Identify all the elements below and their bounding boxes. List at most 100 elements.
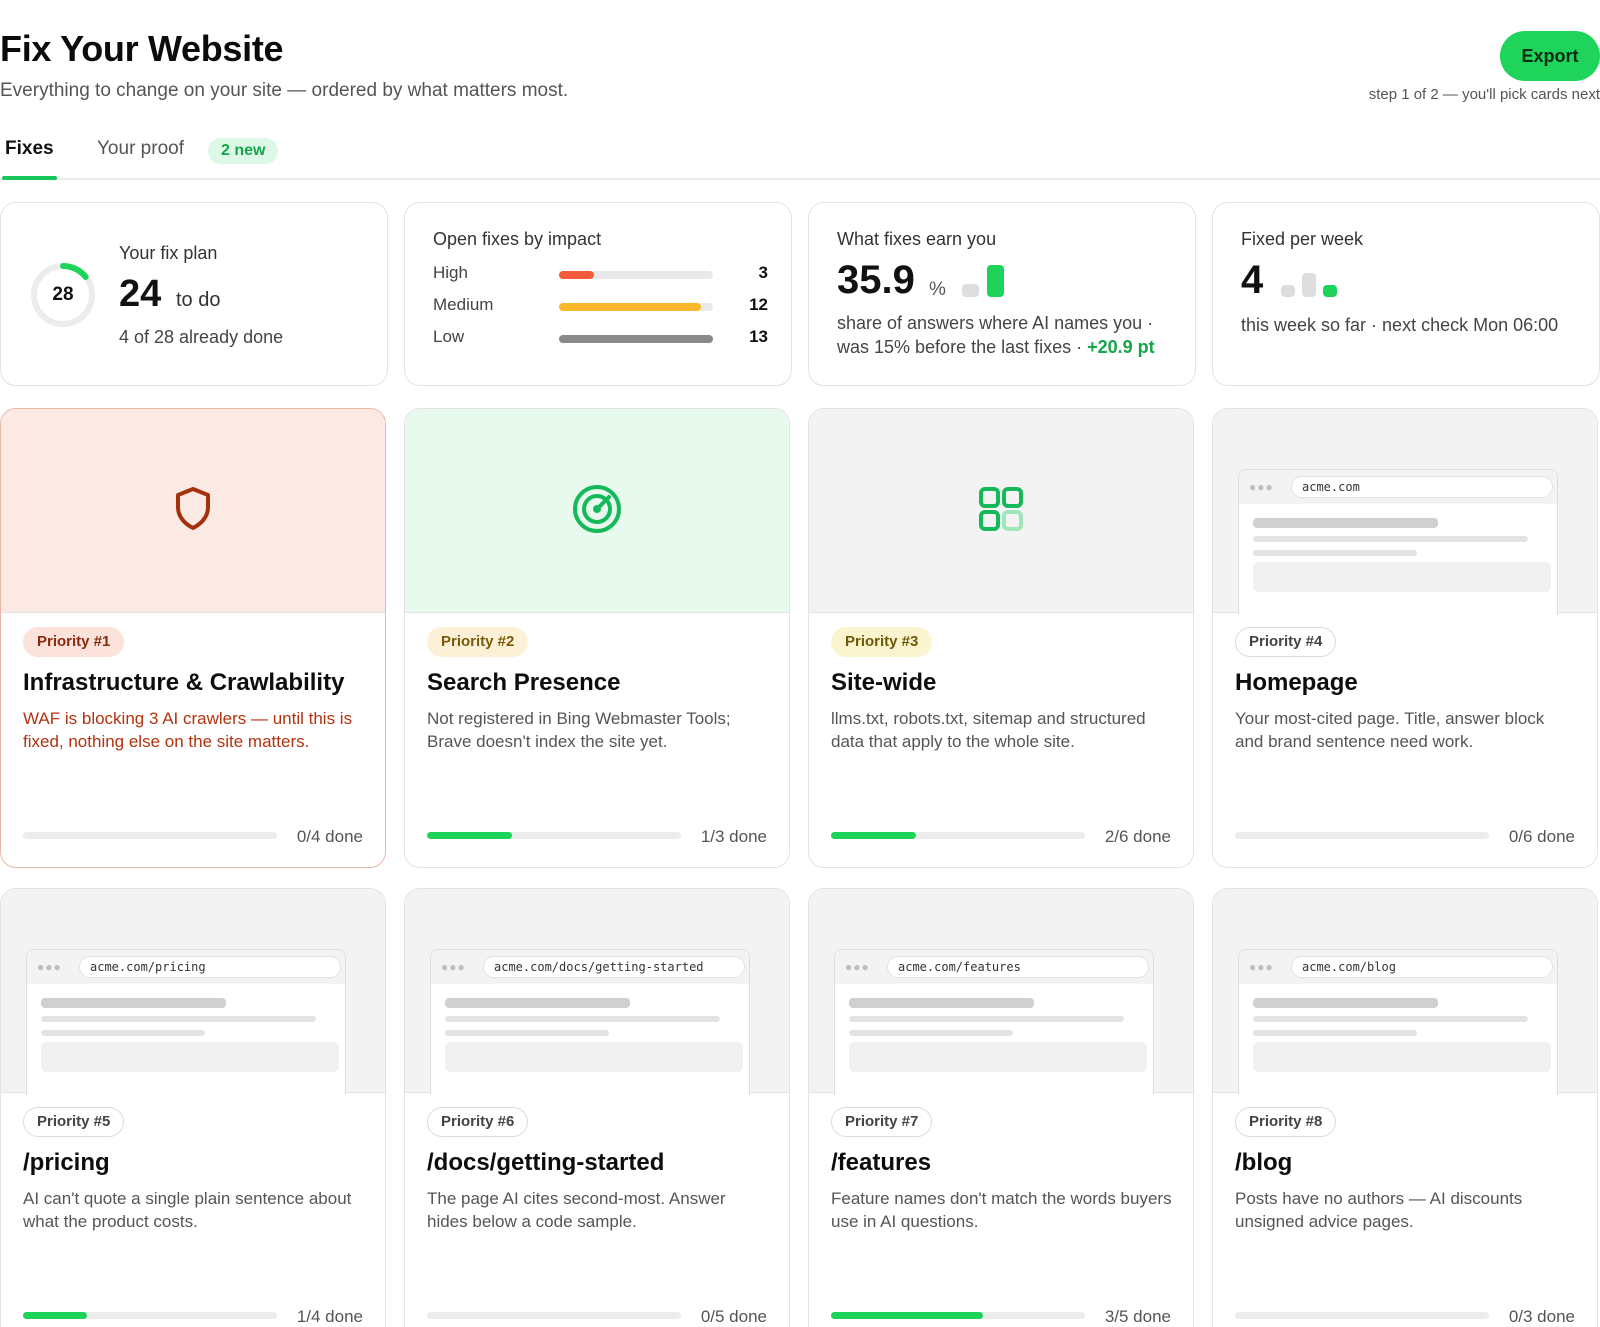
- earnings-label: What fixes earn you: [837, 229, 997, 249]
- impact-bar-track: [559, 303, 713, 311]
- card-hero: ●●● acme.com/features: [809, 889, 1193, 1095]
- page-title: Fix Your Website: [0, 28, 284, 69]
- window-dots-icon: ●●●: [37, 960, 62, 974]
- progress-label: 0/5 done: [700, 1307, 767, 1326]
- progress-label: 1/3 done: [700, 827, 767, 846]
- fix-card-priority-8[interactable]: ●●● acme.com/blog Priority #8/blog Posts ha…: [1212, 888, 1598, 1327]
- priority-badge: Priority #3: [831, 627, 933, 657]
- target-icon: [571, 483, 623, 535]
- progress-label: 3/5 done: [1104, 1307, 1171, 1326]
- impact-bar-track: [559, 271, 713, 279]
- fix-title: Site-wide: [831, 669, 937, 696]
- priority-badge: Priority #7: [831, 1107, 933, 1137]
- priority-badge: Priority #1: [23, 627, 125, 657]
- fix-description: Your most-cited page. Title, answer bloc…: [1235, 709, 1545, 751]
- shield-icon: [167, 483, 219, 535]
- fix-description: llms.txt, robots.txt, sitemap and struct…: [831, 709, 1146, 751]
- impact-row-medium: Medium 12: [433, 295, 768, 319]
- impact-name: High: [433, 263, 468, 282]
- fix-card-priority-4[interactable]: ●●● acme.com Priority #4 Homepage Your most-…: [1212, 408, 1598, 868]
- progress-label: 1/4 done: [296, 1307, 363, 1326]
- fix-card-priority-1[interactable]: Priority #1 Infrastructure & Crawlability…: [0, 408, 386, 868]
- skeleton-line: [41, 1030, 205, 1036]
- todo-count: 24: [119, 273, 162, 315]
- progress-track: [831, 832, 1085, 839]
- impact-bar-fill: [559, 335, 713, 343]
- browser-toolbar: ●●● acme.com/features: [835, 950, 1153, 984]
- weekly-value: 4: [1241, 258, 1264, 302]
- skeleton-line: [41, 1016, 316, 1022]
- progress-label: 0/6 done: [1508, 827, 1575, 846]
- fix-description: Feature names don't match the words buye…: [831, 1189, 1172, 1231]
- fix-description: Not registered in Bing Webmaster Tools; …: [427, 709, 731, 751]
- priority-badge: Priority #8: [1235, 1107, 1337, 1137]
- todo-label: to do: [176, 289, 221, 311]
- fix-title: /features: [831, 1149, 932, 1176]
- fix-card-priority-3[interactable]: Priority #3 Site-wide llms.txt, robots.txt…: [808, 408, 1194, 868]
- fix-card-priority-5[interactable]: ●●● acme.com/pricing Priority #5/pricing AI…: [0, 888, 386, 1327]
- card-hero: ●●● acme.com/blog: [1213, 889, 1597, 1095]
- impact-value: 13: [749, 327, 768, 346]
- window-dots-icon: ●●●: [845, 960, 870, 974]
- share-unit: %: [929, 279, 946, 300]
- fix-description: Posts have no authors — AI discounts uns…: [1235, 1189, 1523, 1231]
- window-dots-icon: ●●●: [441, 960, 466, 974]
- window-dots-icon: ●●●: [1249, 960, 1274, 974]
- fix-title: Infrastructure & Crawlability: [23, 669, 345, 696]
- mini-bar: [987, 265, 1004, 297]
- page-url: acme.com: [1291, 476, 1553, 498]
- skeleton-line: [41, 998, 226, 1008]
- tab-bar: Fixes Your proof 2 new: [0, 130, 1600, 180]
- browser-toolbar: ●●● acme.com: [1239, 470, 1557, 504]
- page-preview: ●●● acme.com/pricing: [26, 949, 346, 1095]
- progress-track: [1235, 1312, 1489, 1319]
- skeleton-block: [1253, 562, 1551, 592]
- priority-badge: Priority #4: [1235, 627, 1337, 657]
- weekly-note: this week so far · next check Mon 06:00: [1241, 315, 1559, 335]
- fix-title: Homepage: [1235, 669, 1358, 696]
- weekly-card: Fixed per week 4 this week so far · next…: [1212, 202, 1600, 386]
- page-url: acme.com/blog: [1291, 956, 1553, 978]
- impact-row-low: Low 13: [433, 327, 768, 351]
- progress-track: [427, 832, 681, 839]
- browser-toolbar: ●●● acme.com/blog: [1239, 950, 1557, 984]
- progress-track: [831, 1312, 1085, 1319]
- step-note: step 1 of 2 — you'll pick cards next: [1368, 86, 1600, 103]
- active-tab-indicator: [2, 176, 57, 180]
- tab-fixes[interactable]: Fixes: [5, 138, 54, 160]
- ring-total: 28: [52, 284, 74, 305]
- export-button[interactable]: Export: [1500, 31, 1600, 81]
- impact-row-high: High 3: [433, 263, 768, 287]
- grid-icon: [975, 483, 1027, 535]
- fix-card-priority-7[interactable]: ●●● acme.com/features Priority #7/features…: [808, 888, 1194, 1327]
- card-hero: [405, 409, 789, 613]
- skeleton-line: [1253, 1030, 1417, 1036]
- impact-name: Medium: [433, 295, 494, 314]
- share-comparison: was 15% before the last fixes · +20.9 pt: [837, 337, 1155, 358]
- impact-name: Low: [433, 327, 465, 346]
- progress-track: [1235, 832, 1489, 839]
- skeleton-block: [41, 1042, 339, 1072]
- skeleton-line: [849, 1030, 1013, 1036]
- browser-toolbar: ●●● acme.com/pricing: [27, 950, 345, 984]
- progress-label: 2/6 done: [1104, 827, 1171, 846]
- share-description: share of answers where AI names you ·: [837, 313, 1154, 333]
- page-url: acme.com/pricing: [79, 956, 341, 978]
- card-hero: [809, 409, 1193, 613]
- page-preview: ●●● acme.com: [1238, 469, 1558, 615]
- skeleton-line: [849, 998, 1034, 1008]
- priority-badge: Priority #6: [427, 1107, 529, 1137]
- skeleton-block: [849, 1042, 1147, 1072]
- fix-title: /blog: [1235, 1149, 1293, 1176]
- tab-your-proof[interactable]: Your proof: [97, 138, 184, 160]
- mini-bar: [1323, 285, 1337, 297]
- fix-card-priority-2[interactable]: Priority #2 Search Presence Not registered…: [404, 408, 790, 868]
- progress-label: 0/4 done: [296, 827, 363, 846]
- fix-title: Search Presence: [427, 669, 621, 696]
- impact-value: 3: [758, 263, 768, 282]
- progress-fill: [831, 1312, 984, 1319]
- skeleton-line: [1253, 536, 1528, 542]
- window-dots-icon: ●●●: [1249, 480, 1274, 494]
- fix-card-priority-6[interactable]: ●●● acme.com/docs/getting-started Priority…: [404, 888, 790, 1327]
- skeleton-line: [1253, 998, 1438, 1008]
